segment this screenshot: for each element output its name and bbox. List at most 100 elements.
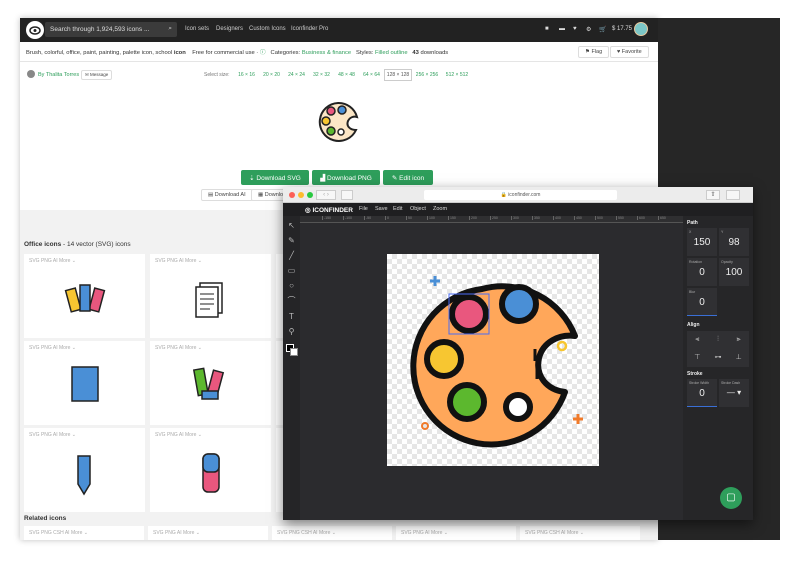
menu-edit[interactable]: Edit [393, 206, 402, 212]
artboard[interactable] [387, 254, 599, 466]
menu-save[interactable]: Save [375, 206, 388, 212]
size-option[interactable]: 16 × 16 [234, 69, 259, 81]
edit-icon-button[interactable]: ✎ Edit icon [383, 170, 433, 185]
text-tool-icon[interactable]: T [287, 312, 296, 321]
line-tool-icon[interactable]: ╱ [287, 251, 296, 260]
search-input[interactable]: Search through 1,924,593 icons ... ⌕ [45, 22, 177, 37]
size-option[interactable]: 24 × 24 [284, 69, 309, 81]
author-avatar[interactable] [27, 70, 35, 78]
nav-custom-icons[interactable]: Custom Icons [249, 26, 286, 32]
size-option[interactable]: 256 × 256 [412, 69, 442, 81]
stroke-width-field[interactable]: Stroke Width 0 [687, 379, 717, 407]
nav-iconfinder-pro[interactable]: Iconfinder Pro [291, 26, 328, 32]
maximize-window-button[interactable] [307, 192, 313, 198]
select-tool-icon[interactable]: ↖ [287, 221, 296, 230]
settings-icon[interactable]: ⚙ [586, 26, 591, 33]
size-option-selected[interactable]: 128 × 128 [384, 69, 412, 81]
share-icon[interactable]: ⇧ [706, 190, 720, 200]
size-option[interactable]: 512 × 512 [442, 69, 472, 81]
download-svg-button[interactable]: ⇣ Download SVG [241, 170, 309, 185]
heart-icon[interactable]: ♥ [573, 26, 577, 32]
tabs-icon[interactable] [726, 190, 740, 200]
icon-card[interactable]: SVG PNG AI More ⌄ [150, 428, 271, 512]
card-formats[interactable]: SVG PNG AI More ⌄ [401, 530, 448, 536]
ruler-tick: 500 [595, 216, 603, 220]
card-formats[interactable]: SVG PNG AI More ⌄ [29, 432, 76, 438]
message-button[interactable]: ✉ Message [81, 70, 113, 80]
category-link[interactable]: Business & finance [302, 50, 351, 56]
icon-card[interactable]: SVG PNG AI More ⌄ [24, 254, 145, 338]
align-middle-icon[interactable]: ⊶ [708, 349, 729, 367]
size-option[interactable]: 32 × 32 [309, 69, 334, 81]
back-forward-buttons[interactable]: ‹ › [316, 190, 336, 200]
icon-tags: Brush, colorful, office, paint, painting… [26, 50, 173, 56]
icon-card[interactable]: SVG PNG AI More ⌄ [150, 341, 271, 425]
icon-card[interactable]: SVG PNG AI More ⌄ [24, 341, 145, 425]
size-option[interactable]: 64 × 64 [359, 69, 384, 81]
collection-icon[interactable]: ■ [545, 26, 549, 32]
iconfinder-logo[interactable] [26, 21, 44, 39]
ruler-tick: -100 [343, 216, 353, 220]
ellipse-tool-icon[interactable]: ○ [287, 281, 296, 290]
card-formats[interactable]: SVG PNG AI More ⌄ [29, 258, 76, 264]
y-field[interactable]: Y 98 [719, 228, 749, 256]
stroke-dash-select[interactable]: Stroke Dash — ▾ [719, 379, 749, 407]
rectangle-tool-icon[interactable]: ▭ [287, 266, 296, 275]
align-right-icon[interactable]: ⫸ [728, 331, 749, 349]
pen-tool-icon[interactable]: ✎ [287, 236, 296, 245]
download-ai-button[interactable]: ▤ Download AI [201, 189, 253, 201]
menu-object[interactable]: Object [410, 206, 426, 212]
related-card[interactable]: SVG PNG AI More ⌄ [396, 526, 516, 540]
flag-button[interactable]: ⚑ Flag [578, 46, 610, 58]
align-left-icon[interactable]: ⫷ [687, 331, 708, 349]
avatar[interactable] [634, 22, 648, 36]
help-icon[interactable]: ⓘ [260, 50, 266, 56]
align-bottom-icon[interactable]: ⊥ [728, 349, 749, 367]
menu-file[interactable]: File [359, 206, 368, 212]
size-option[interactable]: 48 × 48 [334, 69, 359, 81]
card-formats[interactable]: SVG PNG AI More ⌄ [155, 432, 202, 438]
style-link[interactable]: Filled outline [375, 50, 408, 56]
download-png-button[interactable]: ▟ Download PNG [312, 170, 380, 185]
rotation-field[interactable]: Rotation 0 [687, 258, 717, 286]
menu-zoom[interactable]: Zoom [433, 206, 447, 212]
card-formats[interactable]: SVG PNG CSH AI More ⌄ [277, 530, 336, 536]
blur-field[interactable]: Blur 0 [687, 288, 717, 316]
icon-card[interactable]: SVG PNG AI More ⌄ [24, 428, 145, 512]
card-formats[interactable]: SVG PNG AI More ⌄ [155, 258, 202, 264]
close-window-button[interactable] [289, 192, 295, 198]
chat-icon[interactable]: ▬ [559, 26, 565, 32]
align-center-icon[interactable]: ⫶ [708, 331, 729, 349]
nav-designers[interactable]: Designers [216, 26, 243, 32]
stroke-color-swatch[interactable] [290, 348, 298, 356]
ruler-tick: 550 [616, 216, 624, 220]
minimize-window-button[interactable] [298, 192, 304, 198]
card-formats[interactable]: SVG PNG AI More ⌄ [153, 530, 200, 536]
zoom-tool-icon[interactable]: ⚲ [287, 327, 296, 336]
ruler-tick: 400 [553, 216, 561, 220]
address-bar[interactable]: 🔒 iconfinder.com [424, 190, 617, 200]
x-field[interactable]: X 150 [687, 228, 717, 256]
curve-tool-icon[interactable]: ⌒ [287, 296, 296, 305]
related-card[interactable]: SVG PNG AI More ⌄ [148, 526, 268, 540]
card-formats[interactable]: SVG PNG CSH AI More ⌄ [525, 530, 584, 536]
chat-support-button[interactable]: ▢ [720, 487, 742, 509]
related-card[interactable]: SVG PNG CSH AI More ⌄ [520, 526, 640, 540]
nav-icon-sets[interactable]: Icon sets [185, 26, 209, 32]
icon-card[interactable]: SVG PNG AI More ⌄ [150, 254, 271, 338]
card-formats[interactable]: SVG PNG AI More ⌄ [29, 345, 76, 351]
opacity-field[interactable]: Opacity 100 [719, 258, 749, 286]
size-option[interactable]: 20 × 20 [259, 69, 284, 81]
search-icon[interactable]: ⌕ [168, 25, 172, 33]
related-card[interactable]: SVG PNG CSH AI More ⌄ [24, 526, 144, 540]
cart-icon[interactable]: 🛒 [599, 26, 606, 33]
sidebar-toggle-icon[interactable] [341, 190, 353, 200]
card-formats[interactable]: SVG PNG AI More ⌄ [155, 345, 202, 351]
card-formats[interactable]: SVG PNG CSH AI More ⌄ [29, 530, 88, 536]
related-card[interactable]: SVG PNG CSH AI More ⌄ [272, 526, 392, 540]
stroke-dash-label: Stroke Dash [721, 381, 741, 385]
favorite-button[interactable]: ♥ Favorite [610, 46, 649, 58]
author-link[interactable]: By Thalita Torres [38, 72, 79, 78]
align-top-icon[interactable]: ⊤ [687, 349, 708, 367]
stroke-heading: Stroke [687, 371, 703, 377]
